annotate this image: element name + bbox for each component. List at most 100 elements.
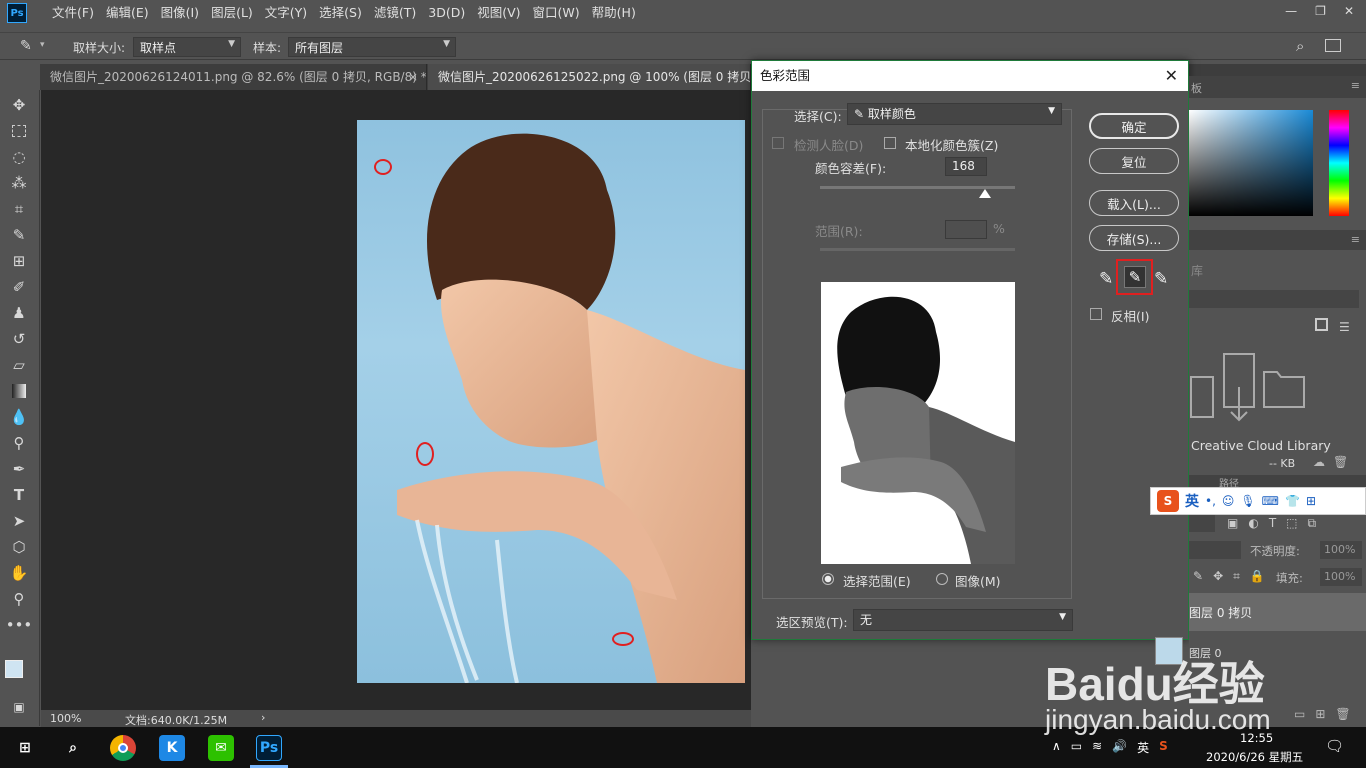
layer-row-selected[interactable]: 图层 0 拷贝	[1189, 593, 1366, 631]
panel-menu-icon[interactable]: ≡	[1351, 79, 1360, 92]
panel-menu-icon[interactable]: ≡	[1351, 233, 1360, 246]
load-button[interactable]: 载入(L)...	[1089, 190, 1179, 216]
fuzziness-slider-thumb[interactable]	[979, 189, 991, 198]
zoom-tool-icon[interactable]: ⚲	[8, 588, 30, 610]
kugou-icon[interactable]: K	[159, 735, 185, 761]
punctuation-icon[interactable]: •,	[1205, 494, 1216, 508]
wechat-icon[interactable]: ✉	[208, 735, 234, 761]
subtract-from-sample-eyedropper-icon[interactable]: ✎	[1154, 269, 1168, 289]
eyedropper-tool-icon[interactable]: ✎	[20, 38, 32, 54]
hue-slider[interactable]	[1329, 110, 1349, 216]
cloud-sync-icon[interactable]: ☁	[1313, 455, 1325, 469]
brush-tool-icon[interactable]: ✐	[8, 276, 30, 298]
emoji-icon[interactable]: ☺	[1222, 494, 1235, 508]
hand-tool-icon[interactable]: ✋	[8, 562, 30, 584]
filter-type-icon[interactable]: T	[1269, 516, 1276, 531]
lasso-tool-icon[interactable]: ◌	[8, 146, 30, 168]
select-dropdown[interactable]: ✎ 取样颜色 ▼	[847, 103, 1062, 125]
trash-icon[interactable]: 🗑	[1333, 455, 1348, 469]
toolbox-icon[interactable]: ⊞	[1306, 494, 1316, 508]
tab-document-1[interactable]: 微信图片_20200626124011.png @ 82.6% (图层 0 拷贝…	[40, 64, 427, 90]
eyedropper-icon[interactable]: ✎	[1099, 269, 1113, 289]
lock-position-icon[interactable]: ✥	[1213, 569, 1223, 584]
more-tools-icon[interactable]: •••	[6, 614, 33, 636]
path-selection-tool-icon[interactable]: ➤	[8, 510, 30, 532]
foreground-color-swatch[interactable]	[5, 660, 23, 678]
sample-size-select[interactable]: 取样点 ▼	[133, 37, 241, 57]
detect-faces-checkbox[interactable]	[772, 137, 784, 149]
lock-all-icon[interactable]: 🔒	[1250, 569, 1265, 584]
eyedropper-tool-icon[interactable]: ✎	[8, 224, 30, 246]
menu-type[interactable]: 文字(Y)	[259, 0, 313, 26]
selection-preview-dropdown[interactable]: 无 ▼	[853, 609, 1073, 631]
opacity-input[interactable]: 100%	[1320, 541, 1362, 559]
image-radio[interactable]	[936, 573, 948, 585]
zoom-level[interactable]: 100%	[50, 712, 81, 725]
menu-filter[interactable]: 滤镜(T)	[368, 0, 422, 26]
color-panel-tab[interactable]: 板	[1191, 80, 1202, 96]
search-icon[interactable]: ⌕	[1296, 37, 1304, 55]
microphone-icon[interactable]: 🎙	[1240, 494, 1255, 508]
fill-input[interactable]: 100%	[1320, 568, 1362, 586]
fuzziness-input[interactable]: 168	[945, 157, 987, 176]
workspace-icon[interactable]	[1325, 39, 1341, 52]
keyboard-icon[interactable]: ⌨	[1262, 494, 1279, 508]
invert-checkbox[interactable]	[1090, 308, 1102, 320]
dodge-tool-icon[interactable]: ⚲	[8, 432, 30, 454]
shape-tool-icon[interactable]: ⬡	[8, 536, 30, 558]
menu-window[interactable]: 窗口(W)	[527, 0, 586, 26]
document-image[interactable]	[357, 120, 745, 683]
localized-clusters-checkbox[interactable]	[884, 137, 896, 149]
reset-button[interactable]: 复位	[1089, 148, 1179, 174]
windows-start-icon[interactable]: ⊞	[12, 735, 38, 761]
lock-artboard-icon[interactable]: ⌗	[1233, 569, 1240, 584]
chrome-icon[interactable]	[110, 735, 136, 761]
menu-image[interactable]: 图像(I)	[155, 0, 205, 26]
eraser-tool-icon[interactable]: ▱	[8, 354, 30, 376]
blend-mode-dropdown[interactable]	[1189, 541, 1241, 559]
close-icon[interactable]: ✕	[1165, 61, 1178, 91]
filter-adjustment-icon[interactable]: ◐	[1248, 516, 1258, 531]
layer-filter-dropdown[interactable]	[1189, 514, 1215, 532]
minimize-icon[interactable]: —	[1285, 4, 1297, 18]
status-menu-arrow[interactable]: ›	[261, 711, 265, 724]
close-window-icon[interactable]: ✕	[1344, 4, 1354, 18]
menu-file[interactable]: 文件(F)	[46, 0, 100, 26]
menu-layer[interactable]: 图层(L)	[205, 0, 259, 26]
quick-mask-icon[interactable]: ▣	[8, 696, 30, 718]
gradient-tool-icon[interactable]	[8, 380, 30, 402]
healing-brush-tool-icon[interactable]: ⊞	[8, 250, 30, 272]
pen-tool-icon[interactable]: ✒	[8, 458, 30, 480]
blur-tool-icon[interactable]: 💧	[8, 406, 30, 428]
filter-pixel-icon[interactable]: ▣	[1227, 516, 1238, 531]
skin-icon[interactable]: 👕	[1285, 494, 1300, 508]
sample-select[interactable]: 所有图层 ▼	[288, 37, 456, 57]
marquee-tool-icon[interactable]	[8, 120, 30, 142]
menu-view[interactable]: 视图(V)	[471, 0, 526, 26]
restore-icon[interactable]: ❐	[1315, 4, 1326, 18]
move-tool-icon[interactable]: ✥	[8, 94, 30, 116]
filter-smart-icon[interactable]: ⧉	[1308, 516, 1317, 531]
ime-language[interactable]: 英	[1185, 491, 1199, 511]
save-button[interactable]: 存储(S)...	[1089, 225, 1179, 251]
tool-preset-chevron-icon[interactable]: ▾	[40, 40, 45, 50]
search-icon[interactable]: ⌕	[60, 735, 86, 761]
library-dropdown[interactable]	[1189, 290, 1359, 308]
color-picker-field[interactable]	[1189, 110, 1313, 216]
grid-view-icon[interactable]	[1315, 318, 1328, 331]
history-brush-tool-icon[interactable]: ↺	[8, 328, 30, 350]
filter-shape-icon[interactable]: ⬚	[1286, 516, 1297, 531]
clone-stamp-tool-icon[interactable]: ♟	[8, 302, 30, 324]
ok-button[interactable]: 确定	[1089, 113, 1179, 139]
menu-select[interactable]: 选择(S)	[313, 0, 368, 26]
tab-document-2[interactable]: 微信图片_20200626125022.png @ 100% (图层 0 拷贝,…	[428, 64, 751, 90]
photoshop-taskbar-icon[interactable]: Ps	[256, 735, 282, 761]
type-tool-icon[interactable]: T	[8, 484, 30, 506]
menu-edit[interactable]: 编辑(E)	[100, 0, 155, 26]
clock-date[interactable]: 2020/6/26 星期五	[1206, 749, 1303, 765]
selection-radio[interactable]	[822, 573, 834, 585]
sogou-logo-icon[interactable]: S	[1157, 490, 1179, 512]
menu-3d[interactable]: 3D(D)	[422, 0, 471, 26]
crop-tool-icon[interactable]: ⌗	[8, 198, 30, 220]
magic-wand-tool-icon[interactable]: ⁂	[8, 172, 30, 194]
